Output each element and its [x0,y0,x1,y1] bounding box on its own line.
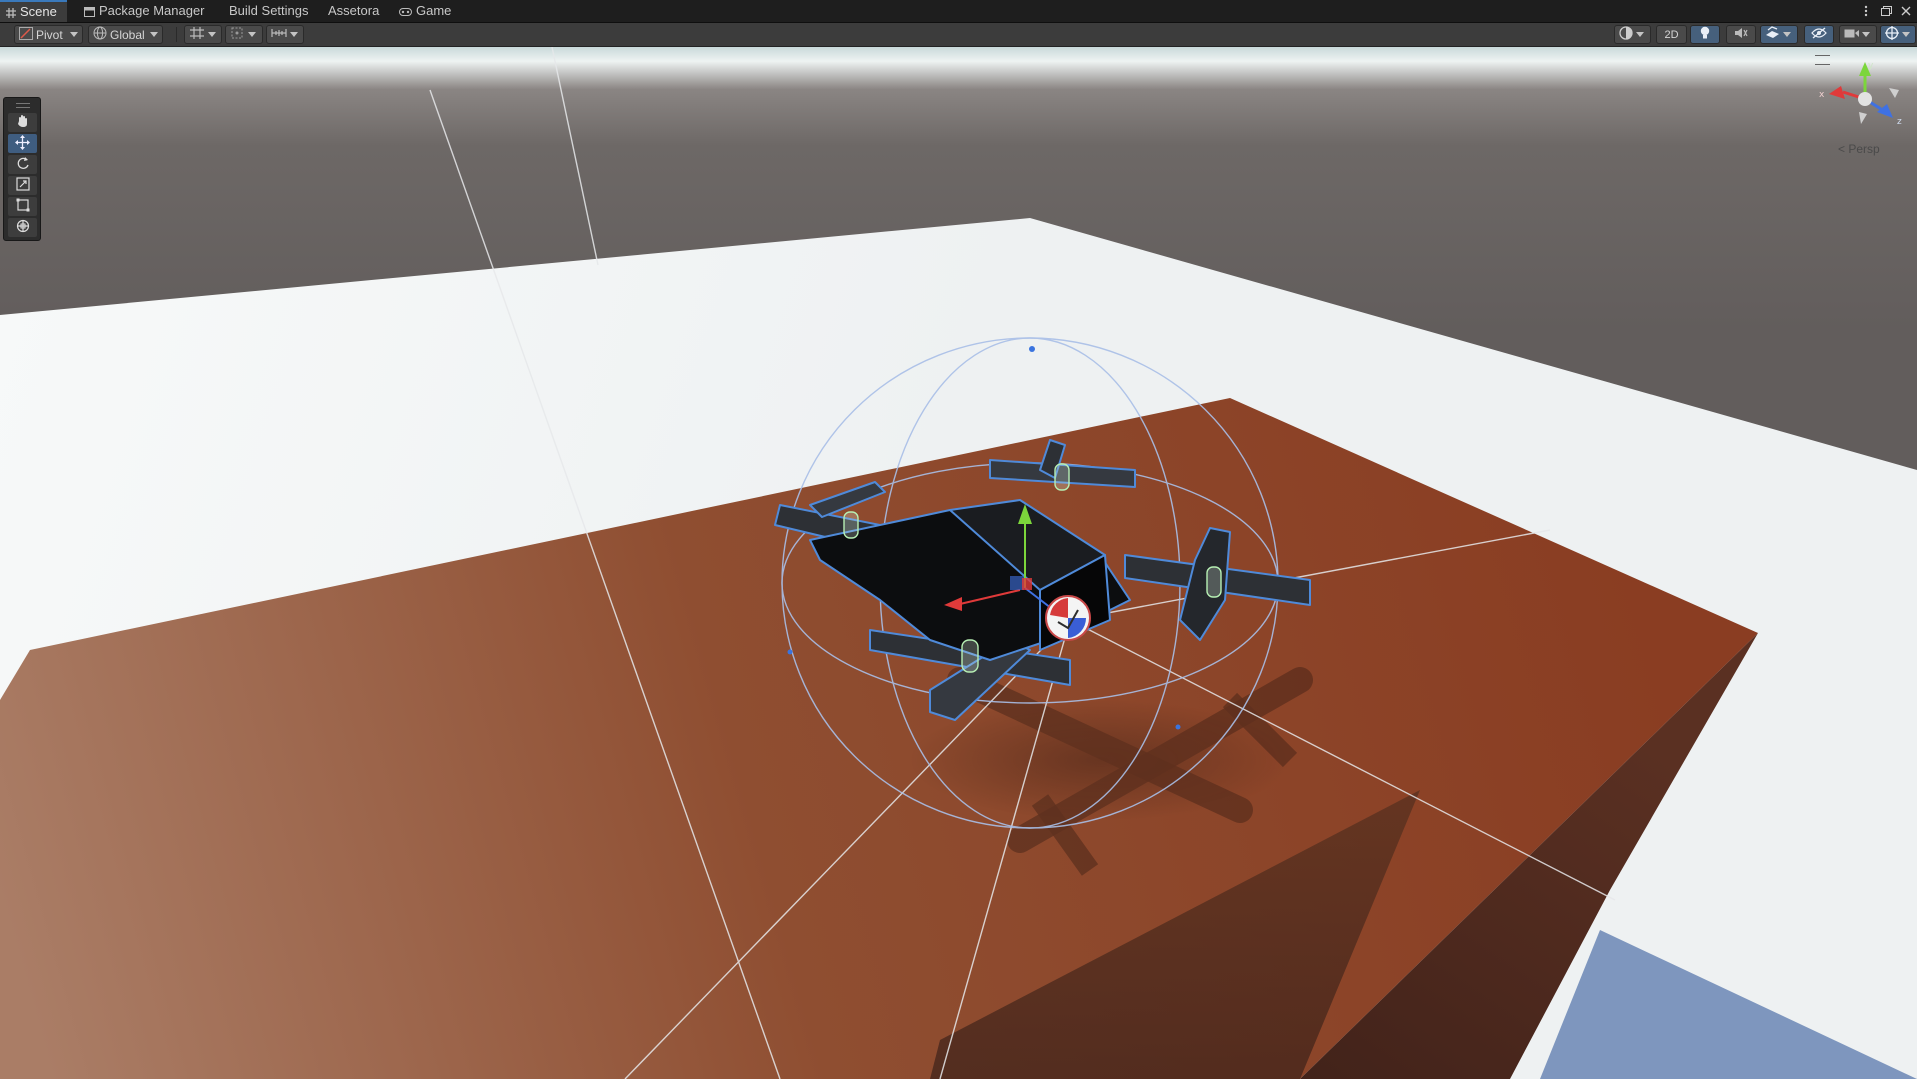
more-options-icon[interactable] [1859,3,1873,19]
toggle-2d-button[interactable]: 2D [1656,25,1687,44]
tab-package-manager[interactable]: Package Manager [84,0,205,22]
chevron-down-icon [208,32,216,37]
ruler-dropdown[interactable] [266,25,304,44]
chevron-down-icon [248,32,256,37]
camera-icon [1844,28,1859,42]
gizmo-handle [787,649,793,655]
maximize-icon[interactable] [1879,3,1893,19]
camera-dropdown[interactable] [1839,25,1877,44]
projection-label: Persp [1848,142,1880,156]
toolbar-divider [176,27,177,42]
transform-tool-button[interactable] [8,218,37,237]
tab-label: Package Manager [99,3,205,18]
center-of-mass-marker [1045,595,1091,641]
tab-assetora[interactable]: Assetora [328,0,379,22]
gizmo-x-label: x [1819,90,1825,100]
hand-tool-icon [16,114,30,131]
transform-tool-icon [16,219,30,236]
grid-snap-icon [189,26,205,43]
effects-icon [1765,26,1780,43]
increment-snap-icon [230,26,245,43]
audio-toggle[interactable] [1726,25,1756,44]
move-tool-icon [15,134,30,153]
tab-label: Scene [20,4,57,19]
rotate-tool-icon [16,156,30,173]
scene-render[interactable] [0,47,1917,1079]
projection-toggle[interactable]: < Persp [1838,142,1880,156]
scene-grid-icon [6,7,16,18]
global-icon [93,26,107,43]
scene-toolbar: Pivot Global 2D [0,23,1917,47]
tab-label: Assetora [328,3,380,18]
package-icon [84,6,95,17]
scale-tool-icon [15,177,30,194]
draw-mode-icon [1619,26,1633,43]
hidden-objects-toggle[interactable] [1804,25,1834,44]
gizmo-handle [1175,724,1181,730]
chevron-down-icon [150,32,158,37]
pivot-dropdown[interactable]: Pivot [14,25,83,44]
chevron-down-icon [70,32,78,37]
tab-build-settings[interactable]: Build Settings [229,0,309,22]
pivot-icon [19,26,33,43]
chevron-down-icon [1902,32,1910,37]
pivot-label: Pivot [36,27,63,42]
chevron-left-icon: < [1838,142,1846,156]
rotate-tool-button[interactable] [8,155,37,174]
tools-overlay [3,97,41,241]
rect-tool-icon [16,198,30,215]
scene-viewport[interactable]: y x z < Persp [0,47,1917,1079]
audio-icon [1734,27,1748,42]
ruler-icon [271,26,287,43]
rect-tool-button[interactable] [8,197,37,216]
draw-mode-dropdown[interactable] [1614,25,1651,44]
tab-label: Build Settings [229,3,309,18]
hand-tool-button[interactable] [8,113,37,132]
gizmo-y-label: y [1868,61,1874,71]
chevron-down-icon [1636,32,1644,37]
effects-dropdown[interactable] [1760,25,1798,44]
gizmos-dropdown[interactable] [1880,25,1916,44]
tab-scene[interactable]: Scene [0,0,67,22]
lighting-icon [1700,26,1710,43]
window-controls [1859,2,1913,20]
hidden-objects-icon [1811,27,1827,42]
close-icon[interactable] [1899,3,1913,19]
chevron-down-icon [290,32,298,37]
lighting-toggle[interactable] [1690,25,1720,44]
increment-snap-dropdown[interactable] [225,25,263,44]
gizmo-handle [1029,346,1035,352]
chevron-down-icon [1783,32,1791,37]
chevron-down-icon [1862,32,1870,37]
gizmos-icon [1885,26,1899,43]
global-label: Global [110,27,145,42]
view-2d-label: 2D [1664,28,1679,41]
scale-tool-button[interactable] [8,176,37,195]
global-dropdown[interactable]: Global [88,25,163,44]
tab-game[interactable]: Game [399,0,451,22]
editor-tab-bar: Scene Package Manager Build Settings Ass… [0,0,1917,23]
grid-snap-dropdown[interactable] [184,25,222,44]
tab-label: Game [416,3,452,18]
move-tool-button[interactable] [8,134,37,153]
gizmo-z-label: z [1897,117,1902,127]
panel-grip-icon[interactable] [16,103,30,108]
gamepad-icon [399,7,412,16]
